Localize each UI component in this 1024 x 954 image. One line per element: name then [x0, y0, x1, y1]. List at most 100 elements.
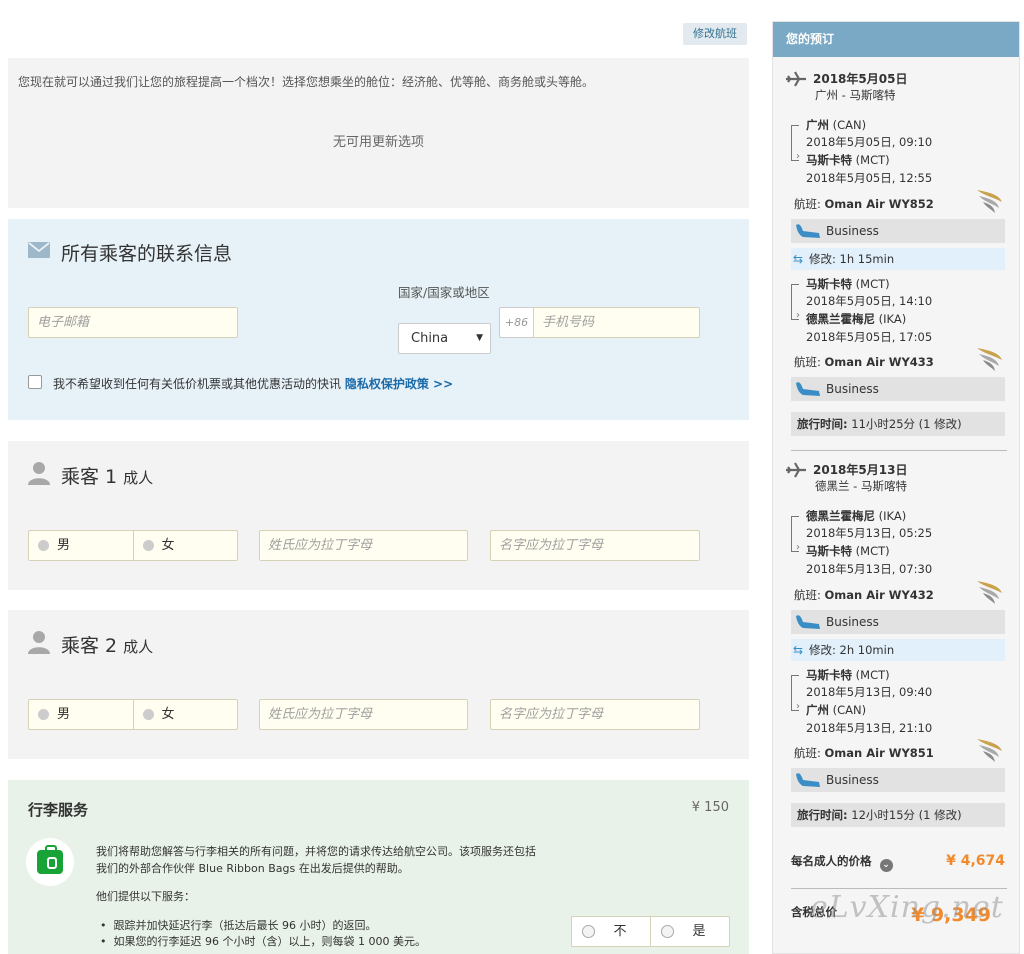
list-item: 如果您的行李延迟 96 个小时（含）以上，则每袋 1 000 美元。	[96, 934, 426, 950]
passenger-1-title: 乘客 1 成人	[61, 462, 153, 489]
from-city: 德黑兰霍梅尼	[806, 509, 875, 523]
passenger-2-male-radio[interactable]: 男	[29, 700, 133, 729]
total-label: 含税总价	[791, 905, 837, 919]
flight-value: Oman Air WY851	[824, 746, 934, 760]
passenger-2-given-input[interactable]: 名字应为拉丁字母	[490, 699, 700, 730]
opt-out-text: 我不希望收到任何有关低价机票或其他优惠活动的快讯	[53, 377, 342, 391]
flight-number: 航班: Oman Air WY851	[794, 745, 934, 761]
per-adult-value: ¥ 4,674	[946, 853, 1005, 869]
cabin-label: Business	[826, 615, 879, 629]
segment: 德黑兰霍梅尼 (IKA) 2018年5月13日, 05:25 马斯卡特 (MCT…	[791, 508, 1011, 578]
seat-icon	[796, 773, 820, 787]
flight-number: 航班: Oman Air WY852	[794, 196, 934, 212]
seat-icon	[796, 382, 820, 396]
phone-input[interactable]: 手机号码	[533, 307, 700, 338]
total-value: ¥ 9,349	[911, 904, 991, 926]
female-label: 女	[161, 707, 175, 722]
radio-dot-icon	[142, 540, 154, 551]
passenger-1-surname-input[interactable]: 姓氏应为拉丁字母	[259, 530, 468, 561]
stopover-text: 修改: 1h 15min	[809, 252, 895, 266]
email-input[interactable]: 电子邮箱	[28, 307, 238, 338]
to-city: 广州	[806, 703, 829, 717]
to-code: (MCT)	[855, 153, 890, 167]
divider	[791, 888, 1007, 889]
passenger-1-type: 成人	[123, 469, 154, 487]
airline-logo-icon	[977, 581, 1002, 604]
passenger-1-female-radio[interactable]: 女	[132, 531, 238, 560]
passenger-1-given-input[interactable]: 名字应为拉丁字母	[490, 530, 700, 561]
female-label: 女	[161, 538, 175, 553]
passenger-2-panel: 乘客 2 成人 男 女 姓氏应为拉丁字母 名字应为拉丁字母	[8, 610, 749, 759]
flight-label: 航班:	[794, 197, 821, 211]
cabin-label: Business	[826, 773, 879, 787]
no-upgrade-text: 无可用更新选项	[332, 135, 424, 150]
segment: 马斯卡特 (MCT) 2018年5月13日, 09:40 广州 (CAN) 20…	[791, 667, 1011, 737]
per-adult-price: 每名成人的价格 ⌄ ¥ 4,674	[791, 853, 1005, 872]
booking-summary-title: 您的预订	[773, 22, 1019, 57]
yes-label: 是	[692, 924, 706, 939]
cabin-class: Business	[791, 610, 1005, 634]
departure-time: 2018年5月13日, 09:40	[806, 685, 933, 699]
travel-time-label: 旅行时间:	[797, 808, 848, 822]
country-select[interactable]: China ▼	[398, 323, 491, 354]
leg-route: 德黑兰 - 马斯喀特	[815, 479, 907, 493]
contact-panel: 所有乘客的联系信息 电子邮箱 国家/国家或地区 China ▼ +86 手机号码…	[8, 219, 749, 420]
flight-label: 航班:	[794, 355, 821, 369]
departure-time: 2018年5月05日, 09:10	[806, 135, 933, 149]
to-code: (CAN)	[832, 703, 867, 717]
passenger-2-gender: 男 女	[28, 699, 238, 730]
privacy-link[interactable]: 隐私权保护政策 >>	[345, 377, 453, 391]
cabin-label: Business	[826, 224, 879, 238]
from-code: (CAN)	[832, 118, 867, 132]
passenger-2-female-radio[interactable]: 女	[132, 700, 238, 729]
flight-label: 航班:	[794, 746, 821, 760]
user-icon	[28, 462, 50, 485]
modify-flight-button[interactable]: 修改航班	[683, 23, 747, 45]
passenger-1-male-radio[interactable]: 男	[29, 531, 133, 560]
baggage-choice: 不 是	[571, 916, 730, 947]
flight-number: 航班: Oman Air WY432	[794, 587, 934, 603]
baggage-yes-radio[interactable]: 是	[650, 917, 729, 946]
passenger-1-panel: 乘客 1 成人 男 女 姓氏应为拉丁字母 名字应为拉丁字母	[8, 441, 749, 590]
from-code: (MCT)	[855, 277, 890, 291]
baggage-description: 我们将帮助您解答与行李相关的所有问题，并将您的请求传达给航空公司。该项服务还包括…	[96, 845, 536, 875]
male-label: 男	[57, 538, 71, 553]
plane-icon	[786, 71, 806, 87]
opt-out-label: 我不希望收到任何有关低价机票或其他优惠活动的快讯 隐私权保护政策 >>	[53, 375, 453, 392]
arrival-time: 2018年5月05日, 17:05	[806, 330, 933, 344]
to-code: (MCT)	[855, 544, 890, 558]
passenger-2-surname-input[interactable]: 姓氏应为拉丁字母	[259, 699, 468, 730]
cabin-class: Business	[791, 768, 1005, 792]
to-city: 马斯卡特	[806, 544, 852, 558]
flight-value: Oman Air WY852	[824, 197, 934, 211]
seat-icon	[796, 224, 820, 238]
passenger-2-label: 乘客 2	[61, 635, 118, 657]
stopover: ⇆ 修改: 1h 15min	[791, 248, 1005, 270]
departure-time: 2018年5月13日, 05:25	[806, 526, 933, 540]
country-label: 国家/国家或地区	[398, 285, 490, 300]
flight-label: 航班:	[794, 588, 821, 602]
arrival-time: 2018年5月13日, 07:30	[806, 562, 933, 576]
upgrade-panel: 您现在就可以通过我们让您的旅程提高一个档次！选择您想乘坐的舱位：经济舱、优等舱、…	[8, 58, 749, 208]
total-price: 含税总价 ¥ 9,349	[791, 904, 1005, 926]
travel-time: 旅行时间: 11小时25分 (1 修改)	[791, 412, 1005, 436]
stopover-text: 修改: 2h 10min	[809, 643, 895, 657]
from-city: 马斯卡特	[806, 668, 852, 682]
flight-number: 航班: Oman Air WY433	[794, 354, 934, 370]
stopover: ⇆ 修改: 2h 10min	[791, 639, 1005, 661]
to-city: 德黑兰霍梅尼	[806, 312, 875, 326]
user-icon	[28, 631, 50, 654]
passenger-1-gender: 男 女	[28, 530, 238, 561]
male-label: 男	[57, 707, 71, 722]
arrival-time: 2018年5月13日, 21:10	[806, 721, 933, 735]
leg-date: 2018年5月05日	[813, 72, 908, 86]
caret-down-icon: ▼	[476, 333, 483, 343]
opt-out-checkbox[interactable]	[28, 375, 42, 389]
baggage-no-radio[interactable]: 不	[572, 917, 650, 946]
passenger-2-title: 乘客 2 成人	[61, 631, 153, 658]
from-code: (IKA)	[878, 509, 907, 523]
flight-value: Oman Air WY433	[824, 355, 934, 369]
country-value: China	[411, 331, 449, 346]
chevron-down-icon[interactable]: ⌄	[879, 859, 893, 872]
leg-date: 2018年5月13日	[813, 463, 908, 477]
